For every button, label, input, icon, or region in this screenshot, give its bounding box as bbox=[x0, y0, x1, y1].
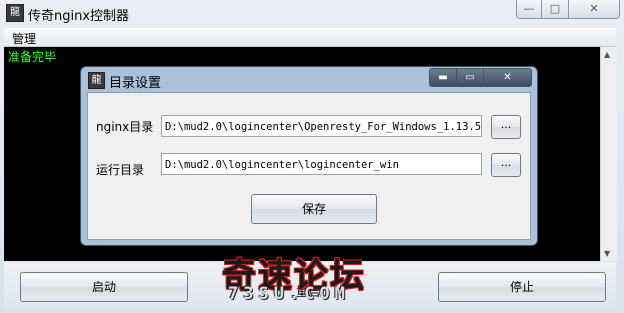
dialog-app-icon: 龍 bbox=[88, 72, 105, 89]
app-icon: 龍 bbox=[6, 4, 24, 22]
watermark-logo: 奇速论坛 73SU.COM bbox=[222, 248, 402, 306]
close-button[interactable]: ✕ bbox=[568, 0, 620, 19]
window-title: 传奇nginx控制器 bbox=[28, 9, 130, 24]
vertical-scrollbar[interactable]: ▲ ▼ bbox=[600, 47, 617, 261]
nginx-dir-browse-button[interactable]: ... bbox=[491, 115, 521, 139]
maximize-button[interactable]: □ bbox=[541, 0, 569, 19]
start-button[interactable]: 启动 bbox=[20, 272, 188, 302]
dialog-body: nginx目录 D:\mud2.0\logincenter\Openresty_… bbox=[87, 92, 531, 240]
scroll-up-icon[interactable]: ▲ bbox=[604, 50, 610, 59]
dialog-window-controls: ▬ ▭ ✕ bbox=[429, 68, 532, 87]
directory-settings-dialog: 龍 目录设置 ▬ ▭ ✕ nginx目录 D:\mud2.0\logincent… bbox=[80, 66, 538, 246]
nginx-dir-input[interactable]: D:\mud2.0\logincenter\Openresty_For_Wind… bbox=[161, 115, 482, 137]
watermark-domain: 73SU.COM bbox=[228, 284, 350, 304]
dialog-title: 目录设置 bbox=[109, 76, 162, 91]
save-button[interactable]: 保存 bbox=[251, 194, 377, 224]
dialog-minimize-button[interactable]: ▬ bbox=[429, 68, 457, 87]
title-bar[interactable]: 龍 传奇nginx控制器 — □ ✕ bbox=[0, 0, 624, 26]
run-dir-input[interactable]: D:\mud2.0\logincenter\logincenter_win bbox=[161, 153, 482, 175]
run-dir-browse-button[interactable]: ... bbox=[491, 153, 521, 177]
nginx-dir-label: nginx目录 bbox=[96, 120, 154, 134]
dialog-close-button[interactable]: ✕ bbox=[483, 68, 532, 87]
minimize-button[interactable]: — bbox=[516, 0, 542, 19]
dialog-maximize-button[interactable]: ▭ bbox=[456, 68, 484, 87]
stop-button[interactable]: 停止 bbox=[438, 272, 606, 302]
scroll-down-icon[interactable]: ▼ bbox=[604, 249, 610, 258]
menu-manage[interactable]: 管理 bbox=[12, 30, 36, 47]
run-dir-label: 运行目录 bbox=[96, 163, 145, 177]
console-status-text: 准备完毕 bbox=[8, 50, 57, 64]
menu-bar: 管理 bbox=[4, 28, 616, 47]
